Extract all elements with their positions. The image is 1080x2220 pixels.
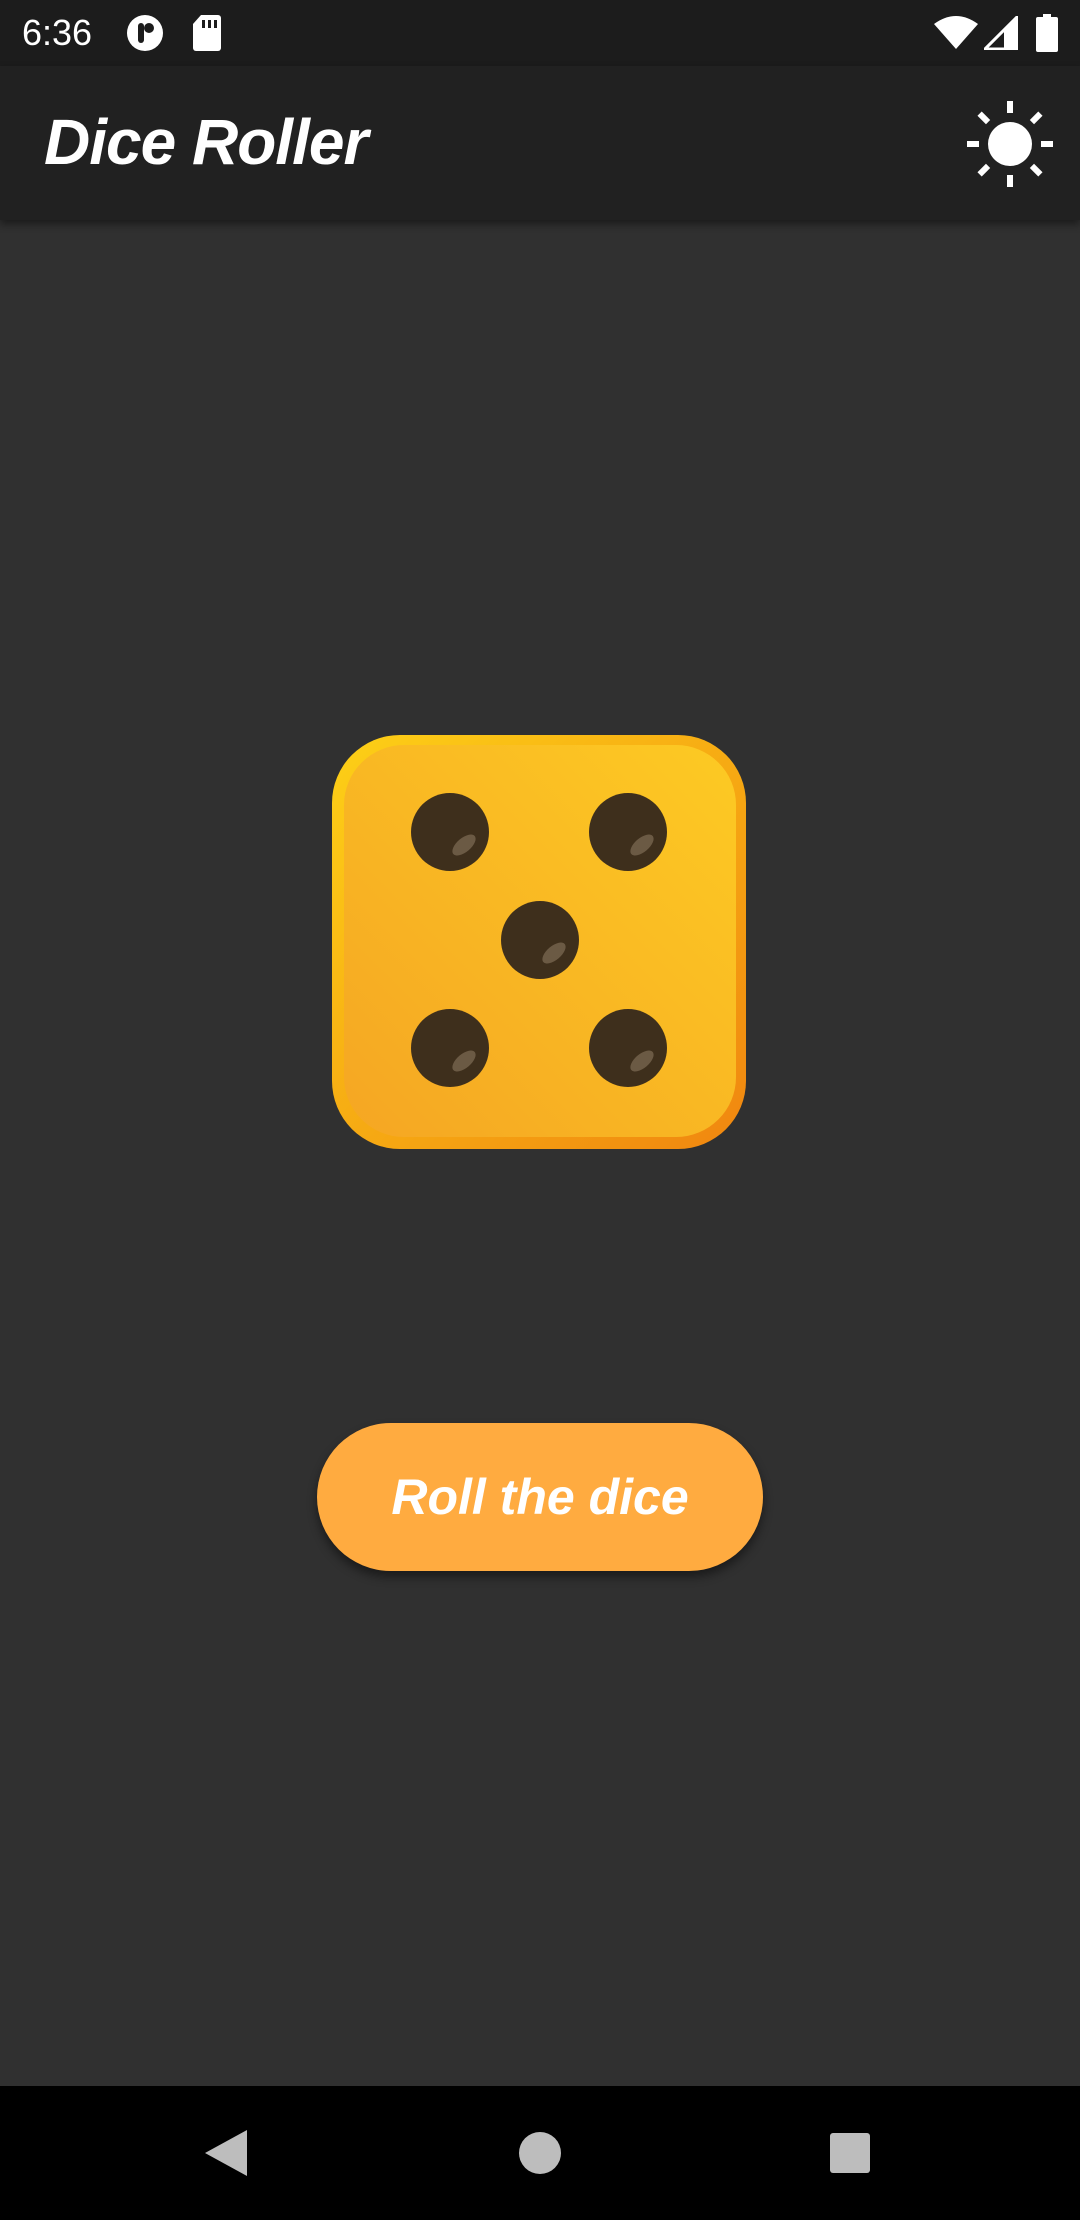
dice-pip bbox=[501, 901, 579, 979]
status-bar: 6:36 bbox=[0, 0, 1080, 66]
dice-pip bbox=[589, 1009, 667, 1087]
recents-button[interactable] bbox=[808, 2111, 892, 2195]
app-title: Dice Roller bbox=[44, 106, 368, 178]
battery-icon bbox=[1036, 14, 1058, 56]
status-time: 6:36 bbox=[22, 12, 93, 53]
notification-app-icon bbox=[126, 14, 164, 56]
back-button[interactable] bbox=[184, 2111, 268, 2195]
dice-image bbox=[332, 735, 746, 1149]
dice-pip bbox=[411, 1009, 489, 1087]
theme-toggle-button[interactable] bbox=[962, 96, 1058, 192]
roll-dice-button[interactable]: Roll the dice bbox=[317, 1423, 763, 1571]
app-bar: Dice Roller bbox=[0, 66, 1080, 220]
navigation-bar bbox=[0, 2086, 1080, 2220]
cellular-signal-icon bbox=[981, 13, 1019, 54]
main-content: Roll the dice bbox=[0, 220, 1080, 2086]
back-icon bbox=[205, 2130, 247, 2176]
home-icon bbox=[519, 2132, 561, 2174]
screen: 6:36 Dice Roller Roll the dice bbox=[0, 0, 1080, 2220]
home-button[interactable] bbox=[498, 2111, 582, 2195]
sd-card-icon bbox=[192, 14, 222, 56]
wifi-icon bbox=[934, 16, 978, 54]
dice-pip bbox=[589, 793, 667, 871]
recents-icon bbox=[830, 2133, 870, 2173]
brightness-icon bbox=[967, 101, 1053, 187]
dice-pip bbox=[411, 793, 489, 871]
